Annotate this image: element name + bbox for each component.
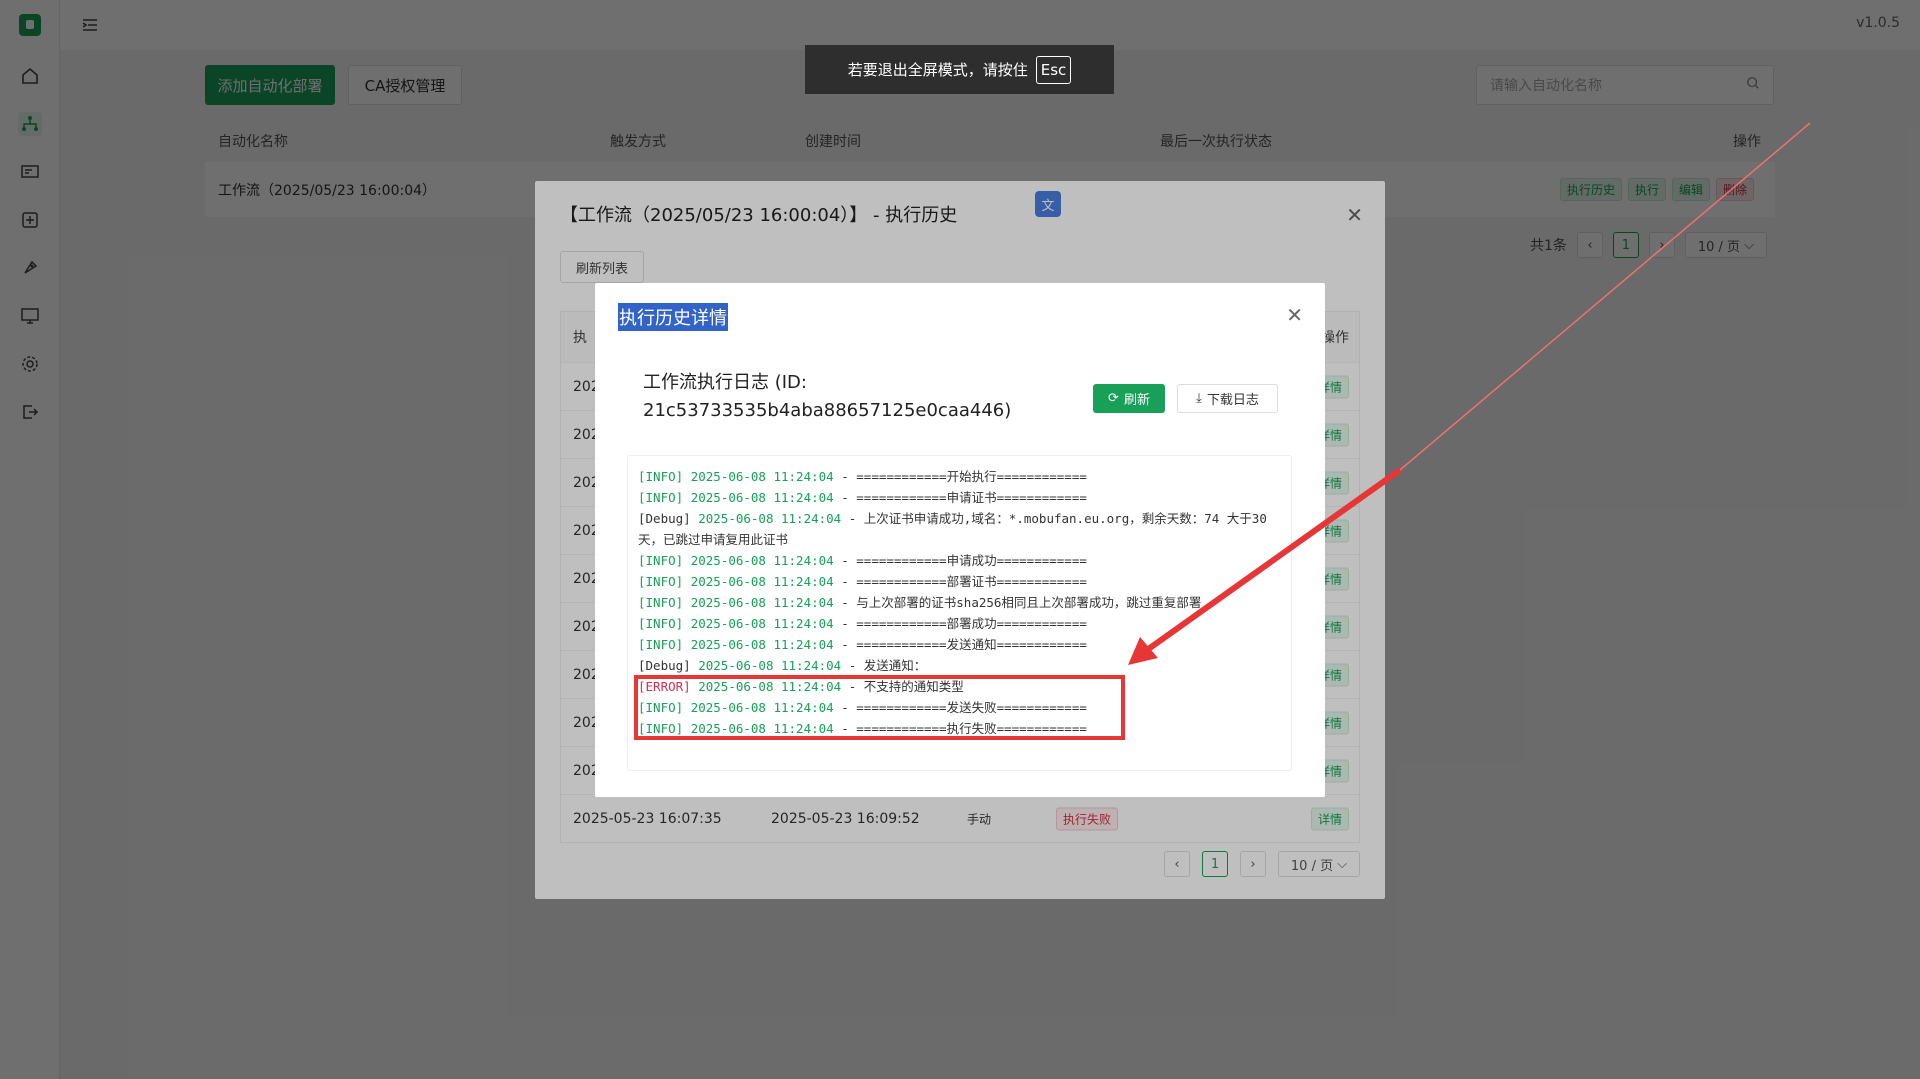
detail-modal-title: 执行历史详情	[618, 303, 728, 331]
log-line: [INFO] 2025-06-08 11:24:04 - 与上次部署的证书sha…	[638, 592, 1281, 613]
log-level: [INFO]	[638, 574, 684, 589]
log-level: [Debug]	[638, 511, 691, 526]
log-level: [Debug]	[638, 658, 691, 673]
log-level: [INFO]	[638, 553, 684, 568]
log-time: 2025-06-08 11:24:04	[698, 658, 842, 673]
log-message: - ============开始执行============	[833, 469, 1087, 484]
refresh-label: 刷新	[1123, 393, 1150, 408]
highlight-frame	[634, 675, 1125, 740]
log-message: - ============部署成功============	[833, 616, 1087, 631]
log-line: [Debug] 2025-06-08 11:24:04 - 发送通知：	[638, 655, 1281, 676]
log-line: [INFO] 2025-06-08 11:24:04 - ===========…	[638, 550, 1281, 571]
log-level: [INFO]	[638, 490, 684, 505]
refresh-icon: ⟳	[1108, 391, 1119, 406]
log-level: [INFO]	[638, 595, 684, 610]
log-line: [INFO] 2025-06-08 11:24:04 - ===========…	[638, 613, 1281, 634]
log-message: - ============部署证书============	[833, 574, 1087, 589]
log-heading-label: 工作流执行日志 (ID:	[643, 372, 807, 393]
log-line: [INFO] 2025-06-08 11:24:04 - ===========…	[638, 634, 1281, 655]
download-icon: ⤓	[1196, 391, 1202, 406]
fullscreen-toast: 若要退出全屏模式，请按住 Esc	[805, 45, 1114, 94]
log-level: [INFO]	[638, 637, 684, 652]
log-line: [Debug] 2025-06-08 11:24:04 - 上次证书申请成功,域…	[638, 508, 1281, 550]
log-time: 2025-06-08 11:24:04	[690, 637, 834, 652]
log-heading: 工作流执行日志 (ID: 21c53733535b4aba88657125e0c…	[643, 369, 1023, 425]
log-id: 21c53733535b4aba88657125e0caa446)	[643, 400, 1012, 421]
log-time: 2025-06-08 11:24:04	[698, 511, 842, 526]
toast-text: 若要退出全屏模式，请按住	[847, 61, 1028, 79]
log-message: - ============申请成功============	[833, 553, 1087, 568]
log-time: 2025-06-08 11:24:04	[690, 574, 834, 589]
download-log-button[interactable]: ⤓ 下载日志	[1177, 384, 1278, 413]
log-line: [INFO] 2025-06-08 11:24:04 - ===========…	[638, 466, 1281, 487]
log-message: - ============发送通知============	[833, 637, 1087, 652]
log-time: 2025-06-08 11:24:04	[690, 595, 834, 610]
log-message: - ============申请证书============	[833, 490, 1087, 505]
log-time: 2025-06-08 11:24:04	[690, 553, 834, 568]
refresh-button[interactable]: ⟳ 刷新	[1093, 384, 1165, 413]
log-level: [INFO]	[638, 616, 684, 631]
log-line: [INFO] 2025-06-08 11:24:04 - ===========…	[638, 571, 1281, 592]
log-message: - 发送通知：	[841, 658, 927, 673]
log-time: 2025-06-08 11:24:04	[690, 469, 834, 484]
log-level: [INFO]	[638, 469, 684, 484]
log-message: - 与上次部署的证书sha256相同且上次部署成功，跳过重复部署	[833, 595, 1202, 610]
log-time: 2025-06-08 11:24:04	[690, 616, 834, 631]
esc-key: Esc	[1035, 55, 1072, 84]
close-icon[interactable]: ✕	[1286, 303, 1303, 327]
log-line: [INFO] 2025-06-08 11:24:04 - ===========…	[638, 487, 1281, 508]
download-label: 下载日志	[1206, 393, 1259, 408]
log-time: 2025-06-08 11:24:04	[690, 490, 834, 505]
